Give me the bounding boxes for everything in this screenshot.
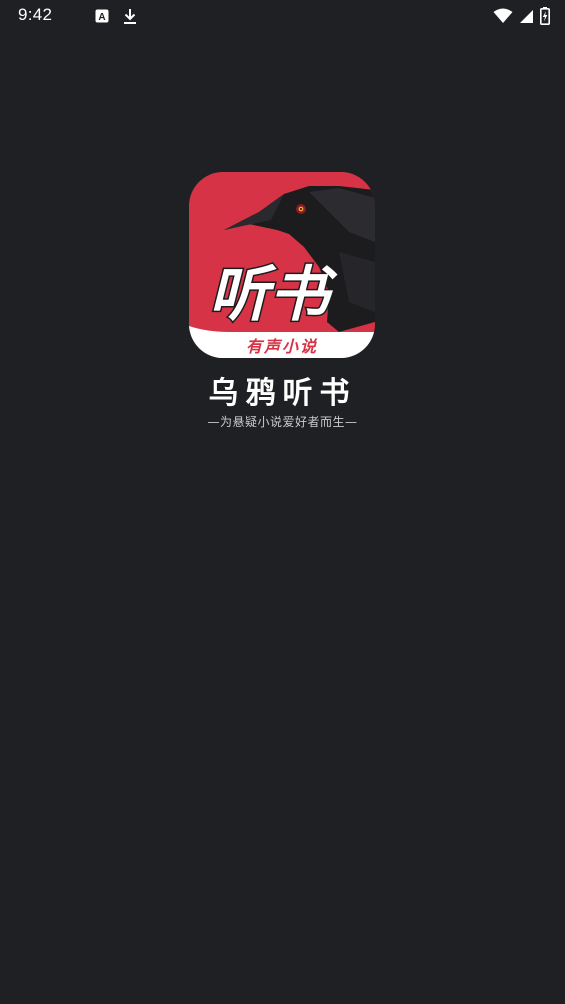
status-bar: 9:42 A <box>0 0 565 32</box>
status-notification-icons: A <box>95 7 137 25</box>
logo-banner-text: 有声小说 <box>246 337 318 356</box>
translate-notification-icon: A <box>95 9 109 23</box>
svg-text:A: A <box>98 12 105 23</box>
status-system-icons <box>493 6 550 26</box>
status-time: 9:42 <box>18 5 53 24</box>
wifi-icon <box>493 8 513 24</box>
splash-screen: 9:42 A 听书 有声小说 乌鸦听书 —为悬疑小说爱好者而生— <box>0 0 565 1004</box>
app-logo: 听书 有声小说 <box>189 172 375 358</box>
battery-charging-icon <box>540 7 550 25</box>
app-name: 乌鸦听书 <box>208 376 357 411</box>
app-slogan: —为悬疑小说爱好者而生— <box>207 415 358 429</box>
download-icon <box>123 8 137 25</box>
cell-signal-icon <box>519 9 534 24</box>
logo-title-text: 听书 <box>209 260 338 330</box>
